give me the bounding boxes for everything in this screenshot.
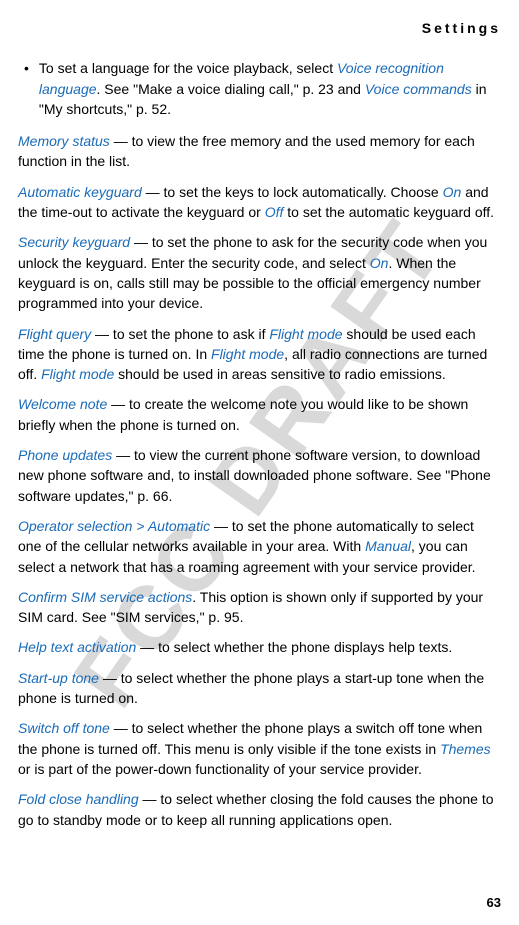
term-operator-selection: Operator selection [18,518,132,534]
term-switch-off-tone: Switch off tone [18,720,110,736]
term-voice-commands: Voice commands [365,81,472,97]
term-start-up-tone: Start-up tone [18,670,99,686]
term-confirm-sim: Confirm SIM service actions [18,589,192,605]
term-flight-query: Flight query [18,326,91,342]
text-fragment: to set the automatic keyguard off. [283,204,494,220]
term-welcome-note: Welcome note [18,396,107,412]
term-automatic: Automatic [148,518,210,534]
bullet-icon: • [24,58,29,119]
term-security-keyguard: Security keyguard [18,234,130,250]
para-phone-updates: Phone updates — to view the current phon… [18,445,501,506]
page-content: Settings • To set a language for the voi… [18,18,501,830]
term-automatic-keyguard: Automatic keyguard [18,184,142,200]
term-flight-mode: Flight mode [211,346,284,362]
term-flight-mode: Flight mode [41,366,114,382]
term-on: On [443,184,462,200]
text-fragment: should be used in areas sensitive to rad… [114,366,446,382]
term-on: On [370,255,389,271]
page-header-title: Settings [18,18,501,38]
term-themes: Themes [440,741,491,757]
term-help-text-activation: Help text activation [18,639,136,655]
para-fold-close: Fold close handling — to select whether … [18,789,501,830]
text-fragment: — to set the phone to ask if [91,326,269,342]
para-automatic-keyguard: Automatic keyguard — to set the keys to … [18,182,501,223]
text-fragment: To set a language for the voice playback… [39,60,337,76]
bullet-voice-language: • To set a language for the voice playba… [18,58,501,119]
para-confirm-sim: Confirm SIM service actions. This option… [18,587,501,628]
para-switch-off-tone: Switch off tone — to select whether the … [18,718,501,779]
term-manual: Manual [365,538,411,554]
term-greater-than: > [132,518,147,534]
term-off: Off [265,204,284,220]
text-fragment: . See "Make a voice dialing call," p. 23… [97,81,365,97]
para-welcome-note: Welcome note — to create the welcome not… [18,394,501,435]
text-fragment: — to set the keys to lock automatically.… [142,184,443,200]
text-fragment: or is part of the power-down functionali… [18,761,422,777]
term-memory-status: Memory status [18,133,110,149]
term-phone-updates: Phone updates [18,447,112,463]
para-memory-status: Memory status — to view the free memory … [18,131,501,172]
term-fold-close-handling: Fold close handling [18,791,139,807]
bullet-text: To set a language for the voice playback… [39,58,501,119]
text-fragment: — to select whether the phone displays h… [136,639,452,655]
para-security-keyguard: Security keyguard — to set the phone to … [18,232,501,313]
para-start-up-tone: Start-up tone — to select whether the ph… [18,668,501,709]
page-number: 63 [487,894,501,913]
para-flight-query: Flight query — to set the phone to ask i… [18,324,501,385]
para-operator-selection: Operator selection > Automatic — to set … [18,516,501,577]
para-help-text: Help text activation — to select whether… [18,637,501,657]
term-flight-mode: Flight mode [269,326,342,342]
